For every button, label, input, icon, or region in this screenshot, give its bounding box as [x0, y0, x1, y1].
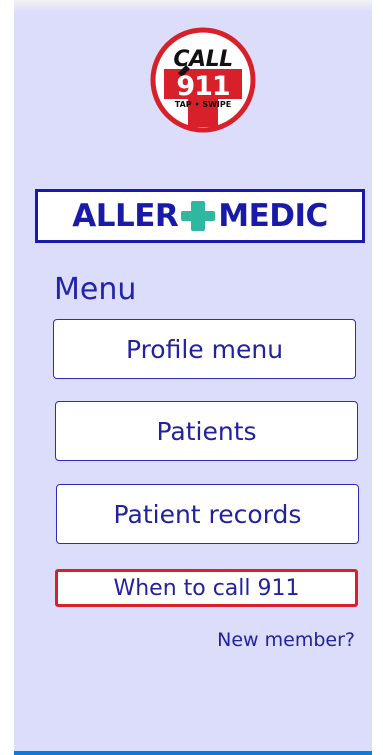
app-screen: CALL 911 TAP • SWIPE ALLER MEDIC Menu Pr…	[14, 0, 372, 755]
call-text: CALL	[173, 47, 233, 72]
medical-cross-icon	[180, 198, 216, 234]
status-bar-fade	[14, 0, 372, 12]
profile-menu-button[interactable]: Profile menu	[53, 319, 356, 379]
brand-left-text: ALLER	[72, 198, 179, 234]
menu-heading: Menu	[54, 272, 137, 307]
patient-records-button[interactable]: Patient records	[56, 484, 359, 544]
brand-right-text: MEDIC	[218, 198, 328, 234]
patients-button[interactable]: Patients	[55, 401, 358, 461]
aller-medic-brand: ALLER MEDIC	[35, 189, 365, 243]
new-member-link[interactable]: New member?	[217, 629, 355, 651]
number-911-text: 911	[176, 71, 230, 102]
call-911-logo[interactable]: CALL 911 TAP • SWIPE	[150, 27, 256, 133]
when-to-call-911-button[interactable]: When to call 911	[55, 569, 358, 607]
bottom-bar	[14, 751, 372, 755]
tap-swipe-tagline: TAP • SWIPE	[174, 100, 232, 109]
